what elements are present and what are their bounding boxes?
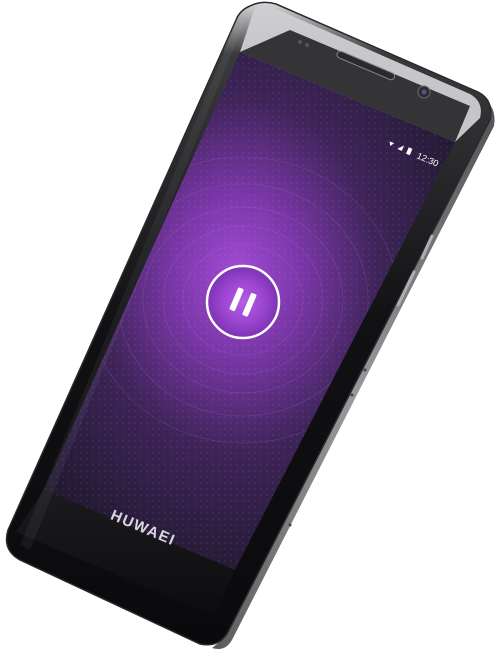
front-camera xyxy=(417,85,431,99)
side-dot xyxy=(363,368,367,372)
sensor-dot xyxy=(298,40,302,44)
side-dot xyxy=(288,523,292,527)
product-image: 12:30 HUWAEI xyxy=(0,0,500,653)
side-dot xyxy=(350,393,354,397)
sensor-dot xyxy=(305,43,309,47)
phone-illustration: 12:30 HUWAEI xyxy=(5,1,495,649)
pause-button[interactable] xyxy=(205,264,281,340)
